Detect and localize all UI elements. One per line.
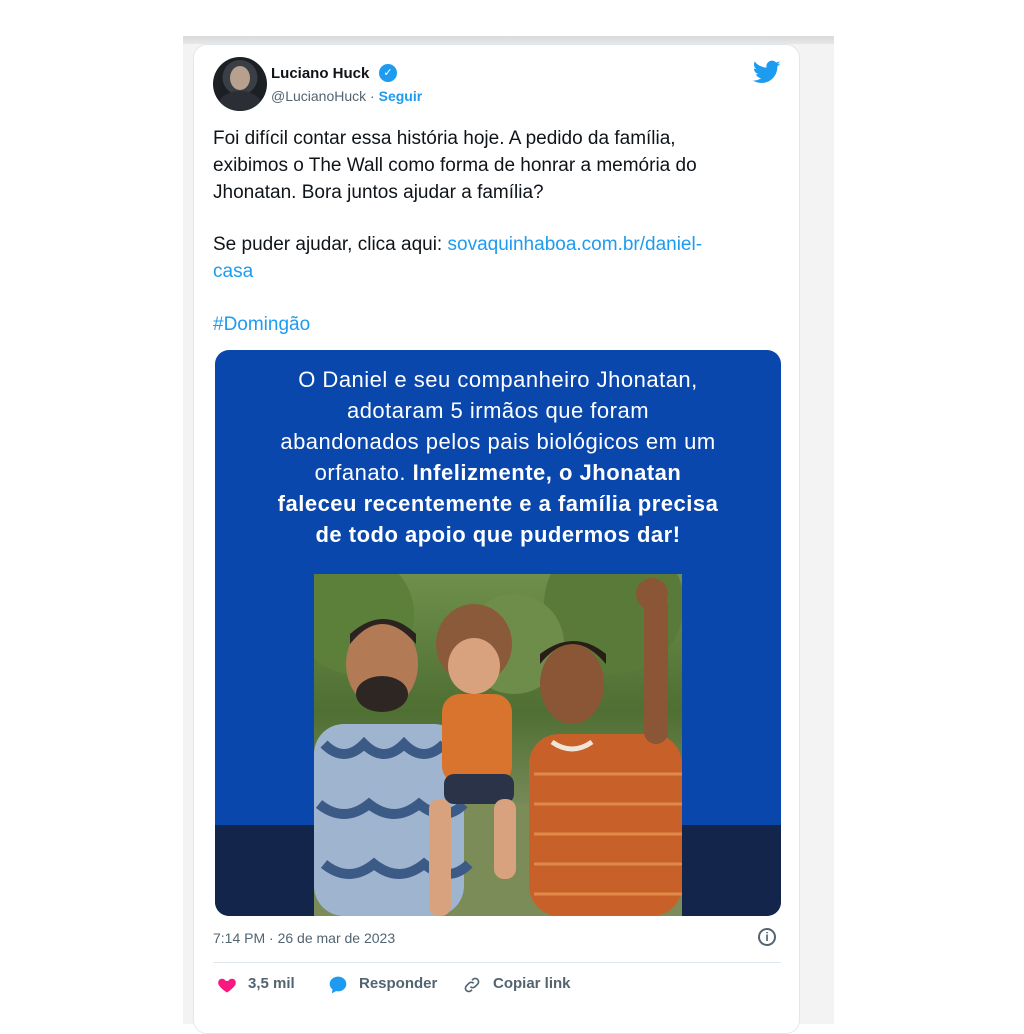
link-icon bbox=[464, 977, 480, 993]
like-count: 3,5 mil bbox=[248, 975, 295, 992]
reply-label: Responder bbox=[359, 975, 438, 992]
divider bbox=[213, 962, 781, 963]
help-label: Se puder ajudar, clica aqui: bbox=[213, 234, 448, 255]
hashtag-link[interactable]: #Domingão bbox=[213, 311, 785, 338]
author-handle[interactable]: @LucianoHuck bbox=[271, 88, 366, 104]
separator: · bbox=[370, 88, 375, 104]
author-name[interactable]: Luciano Huck bbox=[271, 65, 369, 82]
donation-link[interactable]: sovaquinhaboa.com.br/daniel- bbox=[448, 234, 703, 255]
tweet-line: Foi difícil contar essa história hoje. A… bbox=[213, 128, 676, 149]
copy-link-label: Copiar link bbox=[493, 975, 571, 992]
follow-button[interactable]: Seguir bbox=[379, 88, 423, 104]
tweet-text: Foi difícil contar essa história hoje. A… bbox=[213, 125, 785, 206]
caption-bold: Infelizmente, o Jhonatan bbox=[412, 460, 682, 485]
caption-line: adotaram 5 irmãos que foram bbox=[346, 398, 650, 423]
info-icon[interactable]: i bbox=[758, 928, 776, 946]
caption-line: O Daniel e seu companheiro Jhonatan, bbox=[298, 367, 698, 392]
avatar[interactable] bbox=[213, 57, 267, 111]
tweet-timestamp[interactable]: 7:14 PM · 26 de mar de 2023 bbox=[213, 930, 395, 946]
tweet-line: Jhonatan. Bora juntos ajudar a família? bbox=[213, 182, 544, 203]
heart-icon bbox=[218, 978, 236, 993]
caption-line: orfanato. bbox=[314, 460, 413, 485]
reply-icon bbox=[329, 976, 347, 994]
caption-line: abandonados pelos pais biológicos em um bbox=[280, 429, 716, 454]
caption-bold: faleceu recentemente e a família precisa bbox=[277, 491, 719, 516]
media-caption: O Daniel e seu companheiro Jhonatan, ado… bbox=[229, 364, 767, 550]
handle-row: @LucianoHuck · Seguir bbox=[271, 88, 422, 104]
caption-bold: de todo apoio que pudermos dar! bbox=[315, 522, 681, 547]
help-text: Se puder ajudar, clica aqui: sovaquinhab… bbox=[213, 231, 785, 285]
donation-link-continued[interactable]: casa bbox=[213, 258, 785, 285]
verified-badge-icon: ✓ bbox=[379, 64, 397, 82]
tweet-line: exibimos o The Wall como forma de honrar… bbox=[213, 155, 697, 176]
family-photo bbox=[314, 574, 682, 916]
twitter-bird-icon[interactable] bbox=[752, 58, 782, 86]
tweet-media-image[interactable]: O Daniel e seu companheiro Jhonatan, ado… bbox=[215, 350, 781, 916]
